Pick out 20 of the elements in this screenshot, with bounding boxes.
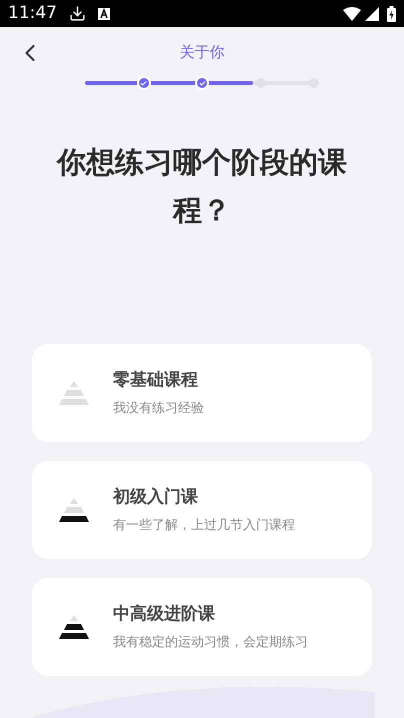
question-heading: 你想练习哪个阶段的课程？ [55,144,348,229]
level-option-card[interactable]: 零基础课程 我没有练习经验 [32,344,372,442]
option-title: 零基础课程 [113,368,199,392]
level-option-card[interactable]: 中高级进阶课 我有稳定的运动习惯，会定期练习 [32,578,372,676]
option-subtitle: 有一些了解，上过几节入门课程 [113,517,295,535]
pyramid-icon [59,497,89,523]
pyramid-icon [59,614,89,640]
pyramid-icon [59,380,89,406]
option-title: 初级入门课 [113,486,199,508]
text-icon [98,8,110,20]
signal-icon [365,6,379,20]
option-subtitle: 我没有练习经验 [113,400,204,418]
status-time: 11:47 [8,2,57,25]
download-icon [69,5,86,22]
battery-icon [387,6,396,22]
option-title: 中高级进阶课 [113,602,216,626]
option-subtitle: 我有稳定的运动习惯，会定期练习 [113,634,308,652]
level-option-card[interactable]: 初级入门课 有一些了解，上过几节入门课程 [32,461,372,559]
wifi-icon [343,6,361,20]
page-title: 关于你 [180,42,224,63]
